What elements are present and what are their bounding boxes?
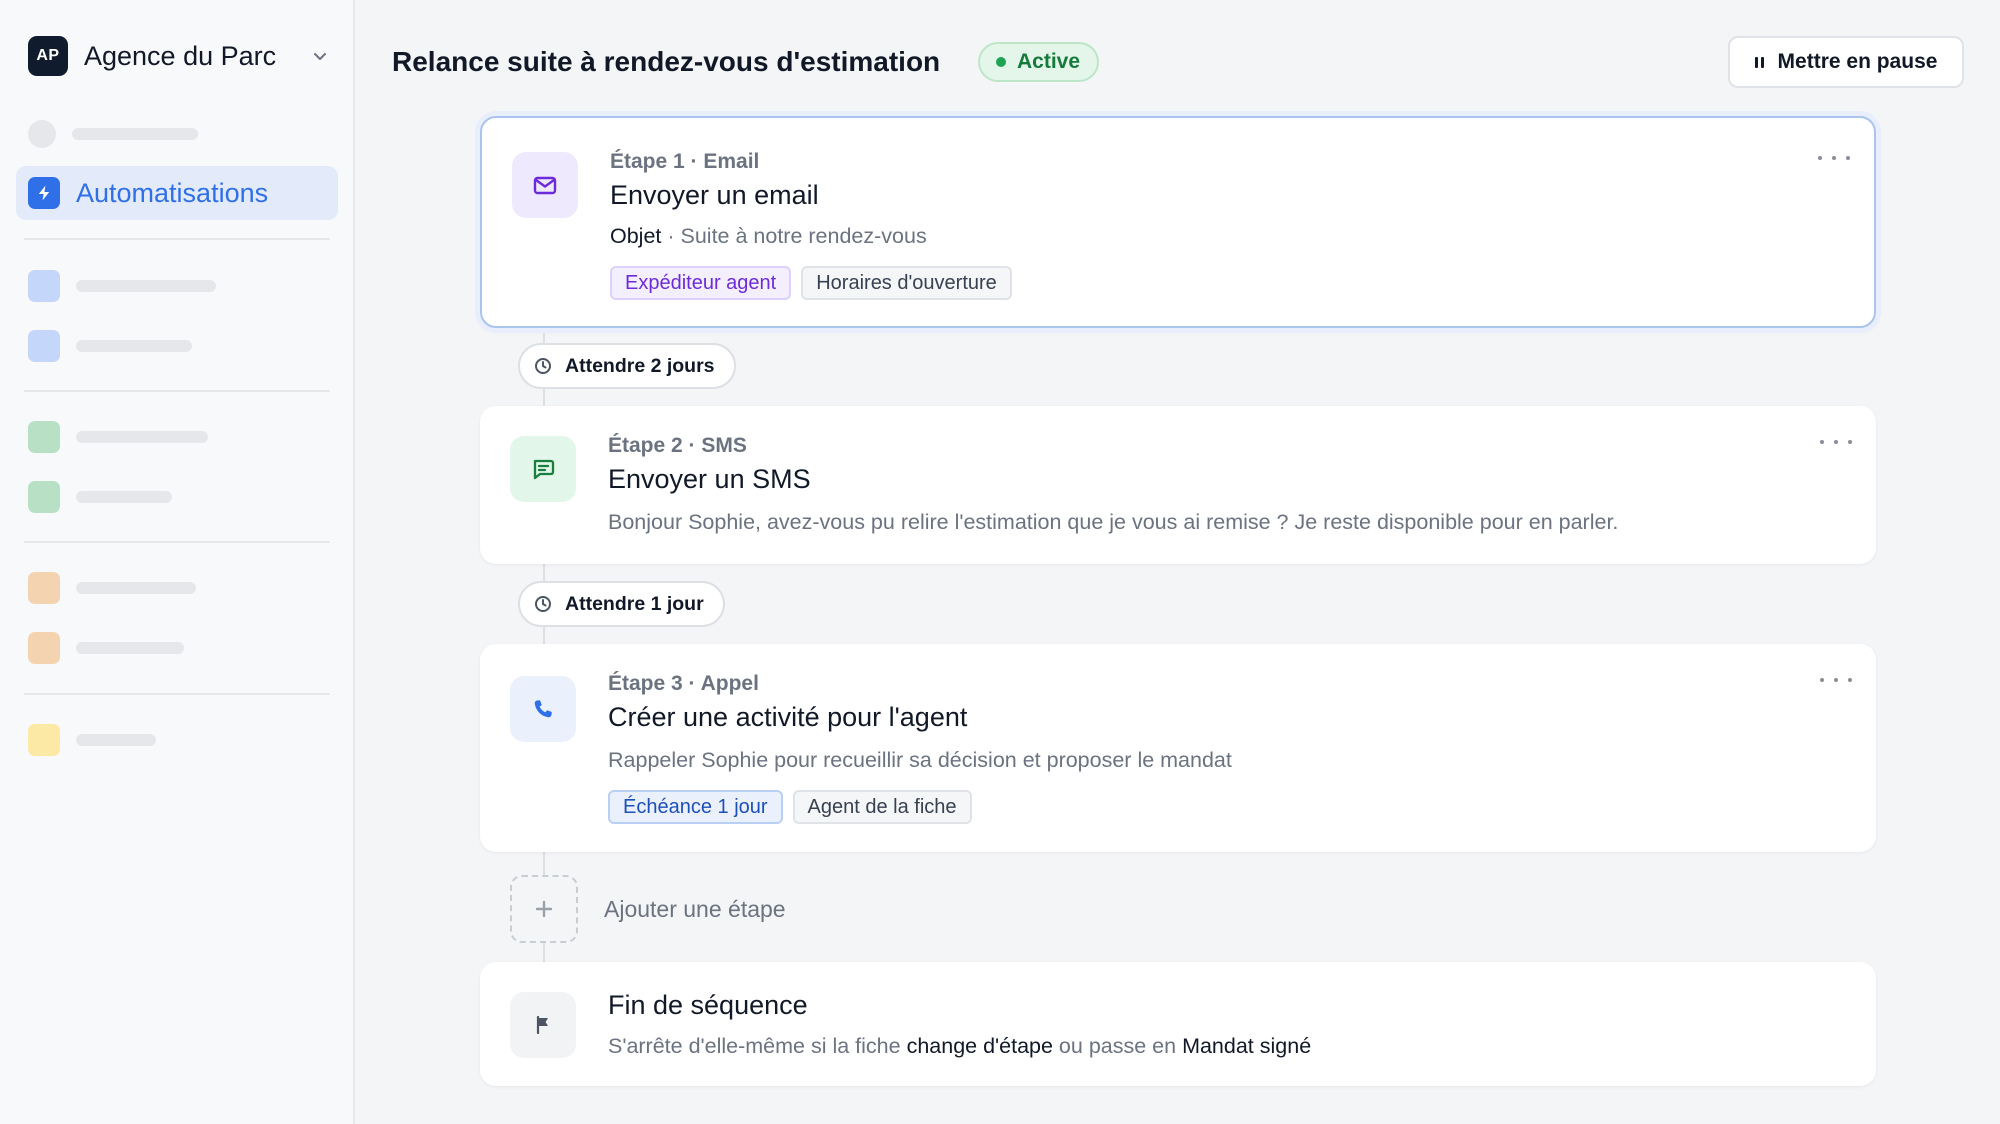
placeholder-icon [28,330,60,362]
page-title: Relance suite à rendez-vous d'estimation [392,46,941,77]
step-description: Rappeler Sophie pour recueillir sa décis… [608,748,1232,772]
tag-record-agent[interactable]: Agent de la fiche [792,790,972,824]
subject-value: · Suite à notre rendez-vous [661,224,927,248]
wait-label: Attendre 1 jour [565,592,704,615]
sidebar-divider [24,693,330,695]
status-badge: Active [978,42,1100,82]
placeholder-bar [76,642,184,654]
workspace-avatar: AP [28,36,68,76]
tag-opening-hours[interactable]: Horaires d'ouverture [801,266,1012,300]
status-dot [996,57,1006,67]
chevron-down-icon[interactable] [310,46,330,66]
placeholder-avatar [28,120,56,148]
placeholder-bar [72,128,198,140]
sidebar-divider [24,238,330,240]
step-tags: Expéditeur agent Horaires d'ouverture [610,266,1012,300]
message-icon [510,436,576,502]
step-subject: Objet · Suite à notre rendez-vous [610,224,927,249]
workspace-name: Agence du Parc [84,40,277,71]
step-meta: Étape 2 · SMS [608,434,747,457]
wait-pill[interactable]: Attendre 2 jours [518,343,736,389]
placeholder-icon [28,632,60,664]
placeholder-bar [76,431,208,443]
sidebar-placeholder-item[interactable] [28,572,196,604]
end-title: Fin de séquence [608,990,808,1020]
pause-button-label: Mettre en pause [1777,50,1938,73]
clock-icon [535,358,551,374]
placeholder-bar [76,280,216,292]
end-condition-mandate: Mandat signé [1182,1034,1312,1058]
pause-icon [1754,56,1764,68]
clock-icon [535,596,551,612]
end-card: Fin de séquence S'arrête d'elle-même si … [480,962,1876,1086]
sidebar-item-label: Automatisations [76,177,269,208]
sidebar-placeholder-item[interactable] [28,270,216,302]
phone-icon [510,676,576,742]
end-text-1: S'arrête d'elle-même si la fiche [608,1034,907,1058]
step-card-call[interactable]: Étape 3 · Appel Créer une activité pour … [480,644,1876,852]
step-title: Envoyer un email [610,180,819,210]
subject-label: Objet [610,224,662,248]
step-description: Bonjour Sophie, avez-vous pu relire l'es… [608,510,1619,534]
sidebar-item-automatisations[interactable]: Automatisations [16,166,338,220]
sidebar-divider [24,390,330,392]
step-card-sms[interactable]: Étape 2 · SMS Envoyer un SMS Bonjour Sop… [480,406,1876,564]
placeholder-bar [76,340,192,352]
step-meta: Étape 3 · Appel [608,672,759,695]
step-tags: Échéance 1 jour Agent de la fiche [608,790,972,824]
lightning-icon [28,177,60,209]
sidebar-placeholder-item[interactable] [28,632,184,664]
placeholder-icon [28,270,60,302]
sidebar-placeholder-item[interactable] [28,330,192,362]
placeholder-icon [28,724,60,756]
wait-label: Attendre 2 jours [565,354,715,377]
step-meta: Étape 1 · Email [610,150,760,173]
add-step-label: Ajouter une étape [604,895,786,922]
placeholder-bar [76,734,156,746]
step-title: Envoyer un SMS [608,464,811,494]
step-title: Créer une activité pour l'agent [608,702,968,732]
more-options-icon[interactable] [1818,148,1850,168]
plus-icon [510,875,578,943]
placeholder-icon [28,421,60,453]
mail-icon [512,152,578,218]
step-card-email[interactable]: Étape 1 · Email Envoyer un email Objet ·… [480,116,1876,328]
sidebar: AP Agence du Parc Automatisations [0,0,355,1124]
pause-button[interactable]: Mettre en pause [1728,36,1964,88]
more-options-icon[interactable] [1820,670,1852,690]
end-description: S'arrête d'elle-même si la fiche change … [608,1034,1311,1059]
end-text-2: ou passe en [1052,1034,1183,1058]
placeholder-icon [28,572,60,604]
sidebar-placeholder-item[interactable] [28,421,208,453]
sidebar-placeholder-item[interactable] [28,481,172,513]
placeholder-bar [76,491,172,503]
flag-icon [510,992,576,1058]
sidebar-divider [24,541,330,543]
tag-sender[interactable]: Expéditeur agent [610,266,792,300]
end-condition-stage: change d'étape [906,1034,1053,1058]
add-step-button[interactable]: Ajouter une étape [510,875,786,943]
placeholder-bar [76,582,196,594]
workspace-switcher[interactable]: AP Agence du Parc [28,36,328,76]
status-label: Active [1017,50,1081,73]
more-options-icon[interactable] [1820,432,1852,452]
tag-due-date[interactable]: Échéance 1 jour [608,790,783,824]
wait-pill[interactable]: Attendre 1 jour [518,581,725,627]
sidebar-placeholder-item[interactable] [28,724,156,756]
sidebar-placeholder-item [28,120,198,148]
placeholder-icon [28,481,60,513]
